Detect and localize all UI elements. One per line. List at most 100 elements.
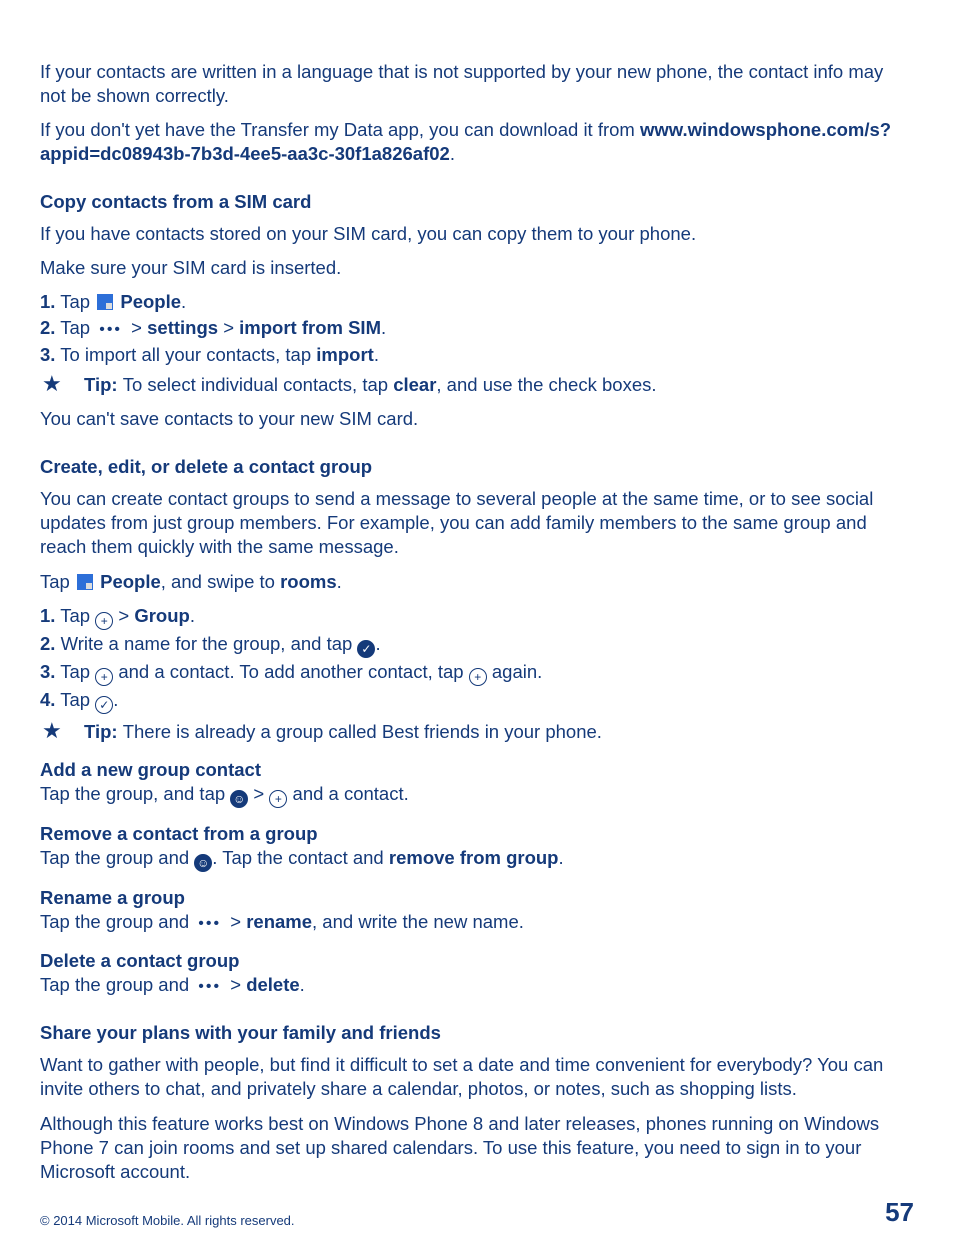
text: To select individual contacts, tap — [123, 374, 393, 395]
subheading-add: Add a new group contact — [40, 758, 914, 782]
text: Tap — [55, 689, 95, 710]
paragraph: Want to gather with people, but find it … — [40, 1053, 914, 1101]
step-number: 1. — [40, 291, 55, 312]
step-number: 3. — [40, 344, 55, 365]
group-step-1: 1. Tap + > Group. — [40, 604, 914, 630]
paragraph: You can't save contacts to your new SIM … — [40, 407, 914, 431]
page-footer: © 2014 Microsoft Mobile. All rights rese… — [40, 1196, 914, 1230]
heading-share: Share your plans with your family and fr… — [40, 1021, 914, 1045]
delete-label: delete — [246, 974, 299, 995]
text: , and swipe to — [161, 571, 280, 592]
document-page: If your contacts are written in a langua… — [0, 0, 954, 1258]
subheading-delete: Delete a contact group — [40, 949, 914, 973]
text: . — [113, 689, 118, 710]
check-circle-icon: ✓ — [95, 696, 113, 714]
text: . — [375, 633, 380, 654]
paragraph: You can create contact groups to send a … — [40, 487, 914, 559]
group-circle-icon: ☺ — [230, 790, 248, 808]
text: . — [450, 143, 455, 164]
text: , and use the check boxes. — [436, 374, 656, 395]
step-1: 1. Tap People. — [40, 290, 914, 314]
page-number: 57 — [885, 1196, 914, 1230]
paragraph: If you don't yet have the Transfer my Da… — [40, 118, 914, 166]
text: and a contact. To add another contact, t… — [113, 661, 469, 682]
star-icon: ★ — [40, 720, 84, 742]
step-2: 2. Tap ••• > settings > import from SIM. — [40, 316, 914, 341]
settings-label: settings — [147, 317, 218, 338]
heading-group: Create, edit, or delete a contact group — [40, 455, 914, 479]
text: Tap — [55, 661, 95, 682]
text: . — [337, 571, 342, 592]
step-number: 2. — [40, 633, 55, 654]
paragraph: If you have contacts stored on your SIM … — [40, 222, 914, 246]
subheading-rename: Rename a group — [40, 886, 914, 910]
paragraph: Tap the group and ☺. Tap the contact and… — [40, 846, 914, 872]
people-tile-icon — [97, 294, 113, 310]
step-number: 4. — [40, 689, 55, 710]
paragraph: Tap the group and ••• > rename, and writ… — [40, 910, 914, 935]
tip-row: ★ Tip: To select individual contacts, ta… — [40, 373, 914, 397]
import-from-sim-label: import from SIM — [239, 317, 381, 338]
text: Tap the group and — [40, 847, 194, 868]
text: . — [190, 605, 195, 626]
heading-sim: Copy contacts from a SIM card — [40, 190, 914, 214]
text: To import all your contacts, tap — [55, 344, 316, 365]
group-step-4: 4. Tap ✓. — [40, 688, 914, 714]
paragraph: If your contacts are written in a langua… — [40, 60, 914, 108]
text: Tap — [55, 291, 95, 312]
text: and a contact. — [287, 783, 408, 804]
text: again. — [487, 661, 543, 682]
remove-label: remove from group — [389, 847, 559, 868]
plus-circle-icon: + — [469, 668, 487, 686]
tip-label: Tip: — [84, 374, 123, 395]
people-label: People — [95, 571, 161, 592]
text: If you don't yet have the Transfer my Da… — [40, 119, 640, 140]
plus-circle-icon: + — [269, 790, 287, 808]
paragraph: Make sure your SIM card is inserted. — [40, 256, 914, 280]
step-number: 2. — [40, 317, 55, 338]
paragraph: Tap the group and ••• > delete. — [40, 973, 914, 998]
paragraph: Tap People, and swipe to rooms. — [40, 570, 914, 594]
text: Tap the group and — [40, 974, 194, 995]
paragraph: Tap the group, and tap ☺ > + and a conta… — [40, 782, 914, 808]
text: . Tap the contact and — [212, 847, 389, 868]
text: , and write the new name. — [312, 911, 524, 932]
text: . — [300, 974, 305, 995]
text: . — [558, 847, 563, 868]
text: > — [225, 974, 246, 995]
step-3: 3. To import all your contacts, tap impo… — [40, 343, 914, 367]
text: Tap the group and — [40, 911, 194, 932]
text: Tap — [55, 317, 95, 338]
text: > — [248, 783, 269, 804]
more-icon: ••• — [194, 914, 225, 935]
tip-text: Tip: To select individual contacts, tap … — [84, 373, 914, 397]
plus-circle-icon: + — [95, 612, 113, 630]
group-circle-icon: ☺ — [194, 854, 212, 872]
more-icon: ••• — [194, 977, 225, 998]
text: > — [126, 317, 147, 338]
people-label: People — [115, 291, 181, 312]
step-number: 1. — [40, 605, 55, 626]
subheading-remove: Remove a contact from a group — [40, 822, 914, 846]
tip-text: Tip: There is already a group called Bes… — [84, 720, 914, 744]
group-label: Group — [134, 605, 190, 626]
plus-circle-icon: + — [95, 668, 113, 686]
tip-label: Tip: — [84, 721, 123, 742]
rooms-label: rooms — [280, 571, 337, 592]
star-icon: ★ — [40, 373, 84, 395]
step-number: 3. — [40, 661, 55, 682]
group-step-3: 3. Tap + and a contact. To add another c… — [40, 660, 914, 686]
text: Tap — [55, 605, 95, 626]
save-circle-icon: ✓ — [357, 640, 375, 658]
text: > — [225, 911, 246, 932]
more-icon: ••• — [95, 320, 126, 341]
rename-label: rename — [246, 911, 312, 932]
group-step-2: 2. Write a name for the group, and tap ✓… — [40, 632, 914, 658]
copyright-text: © 2014 Microsoft Mobile. All rights rese… — [40, 1213, 295, 1230]
clear-label: clear — [393, 374, 436, 395]
text: Tap the group, and tap — [40, 783, 230, 804]
text: Tap — [40, 571, 75, 592]
text: > — [113, 605, 134, 626]
text: . — [381, 317, 386, 338]
text: Write a name for the group, and tap — [55, 633, 357, 654]
